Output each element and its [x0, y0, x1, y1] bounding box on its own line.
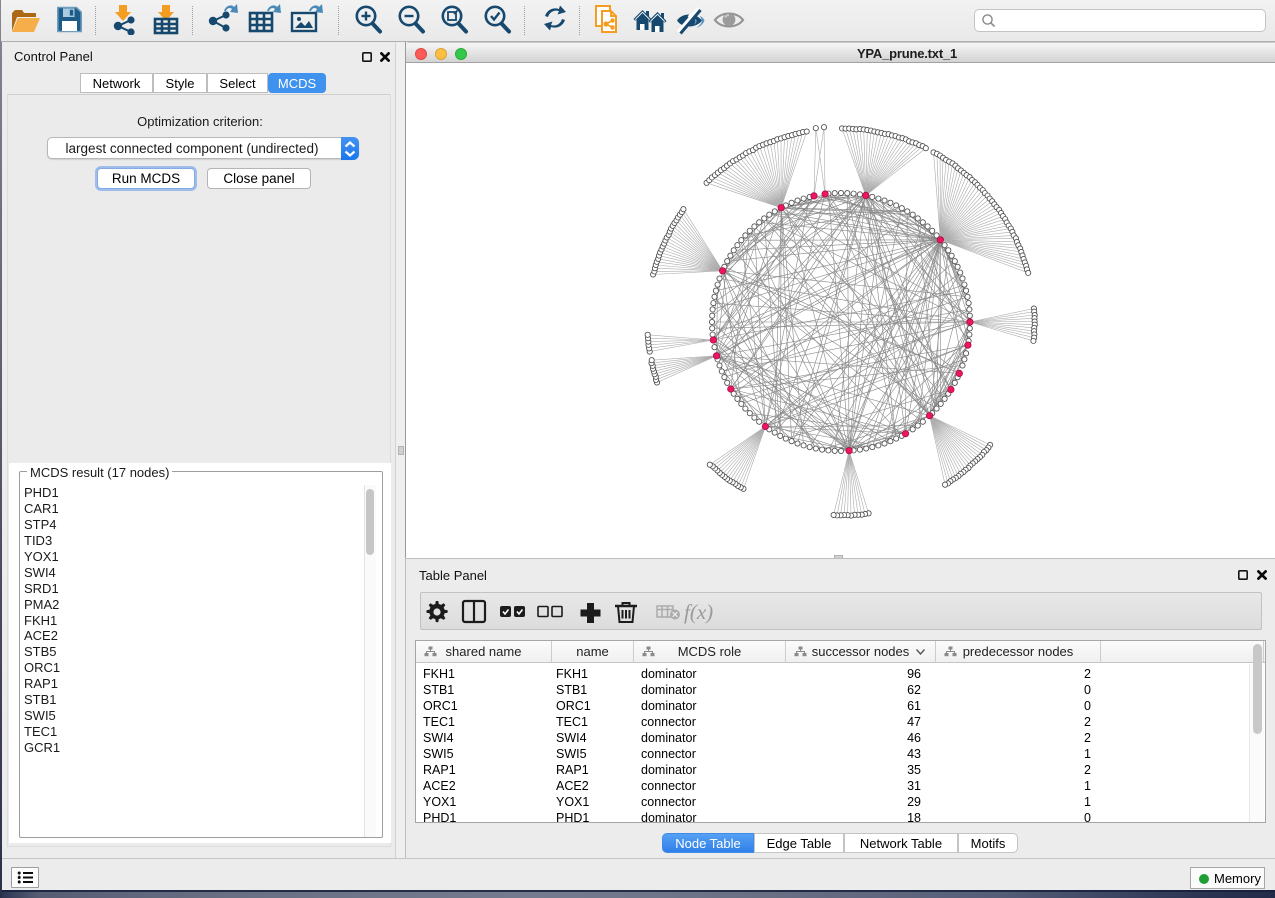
svg-text:f(x): f(x): [684, 600, 713, 624]
